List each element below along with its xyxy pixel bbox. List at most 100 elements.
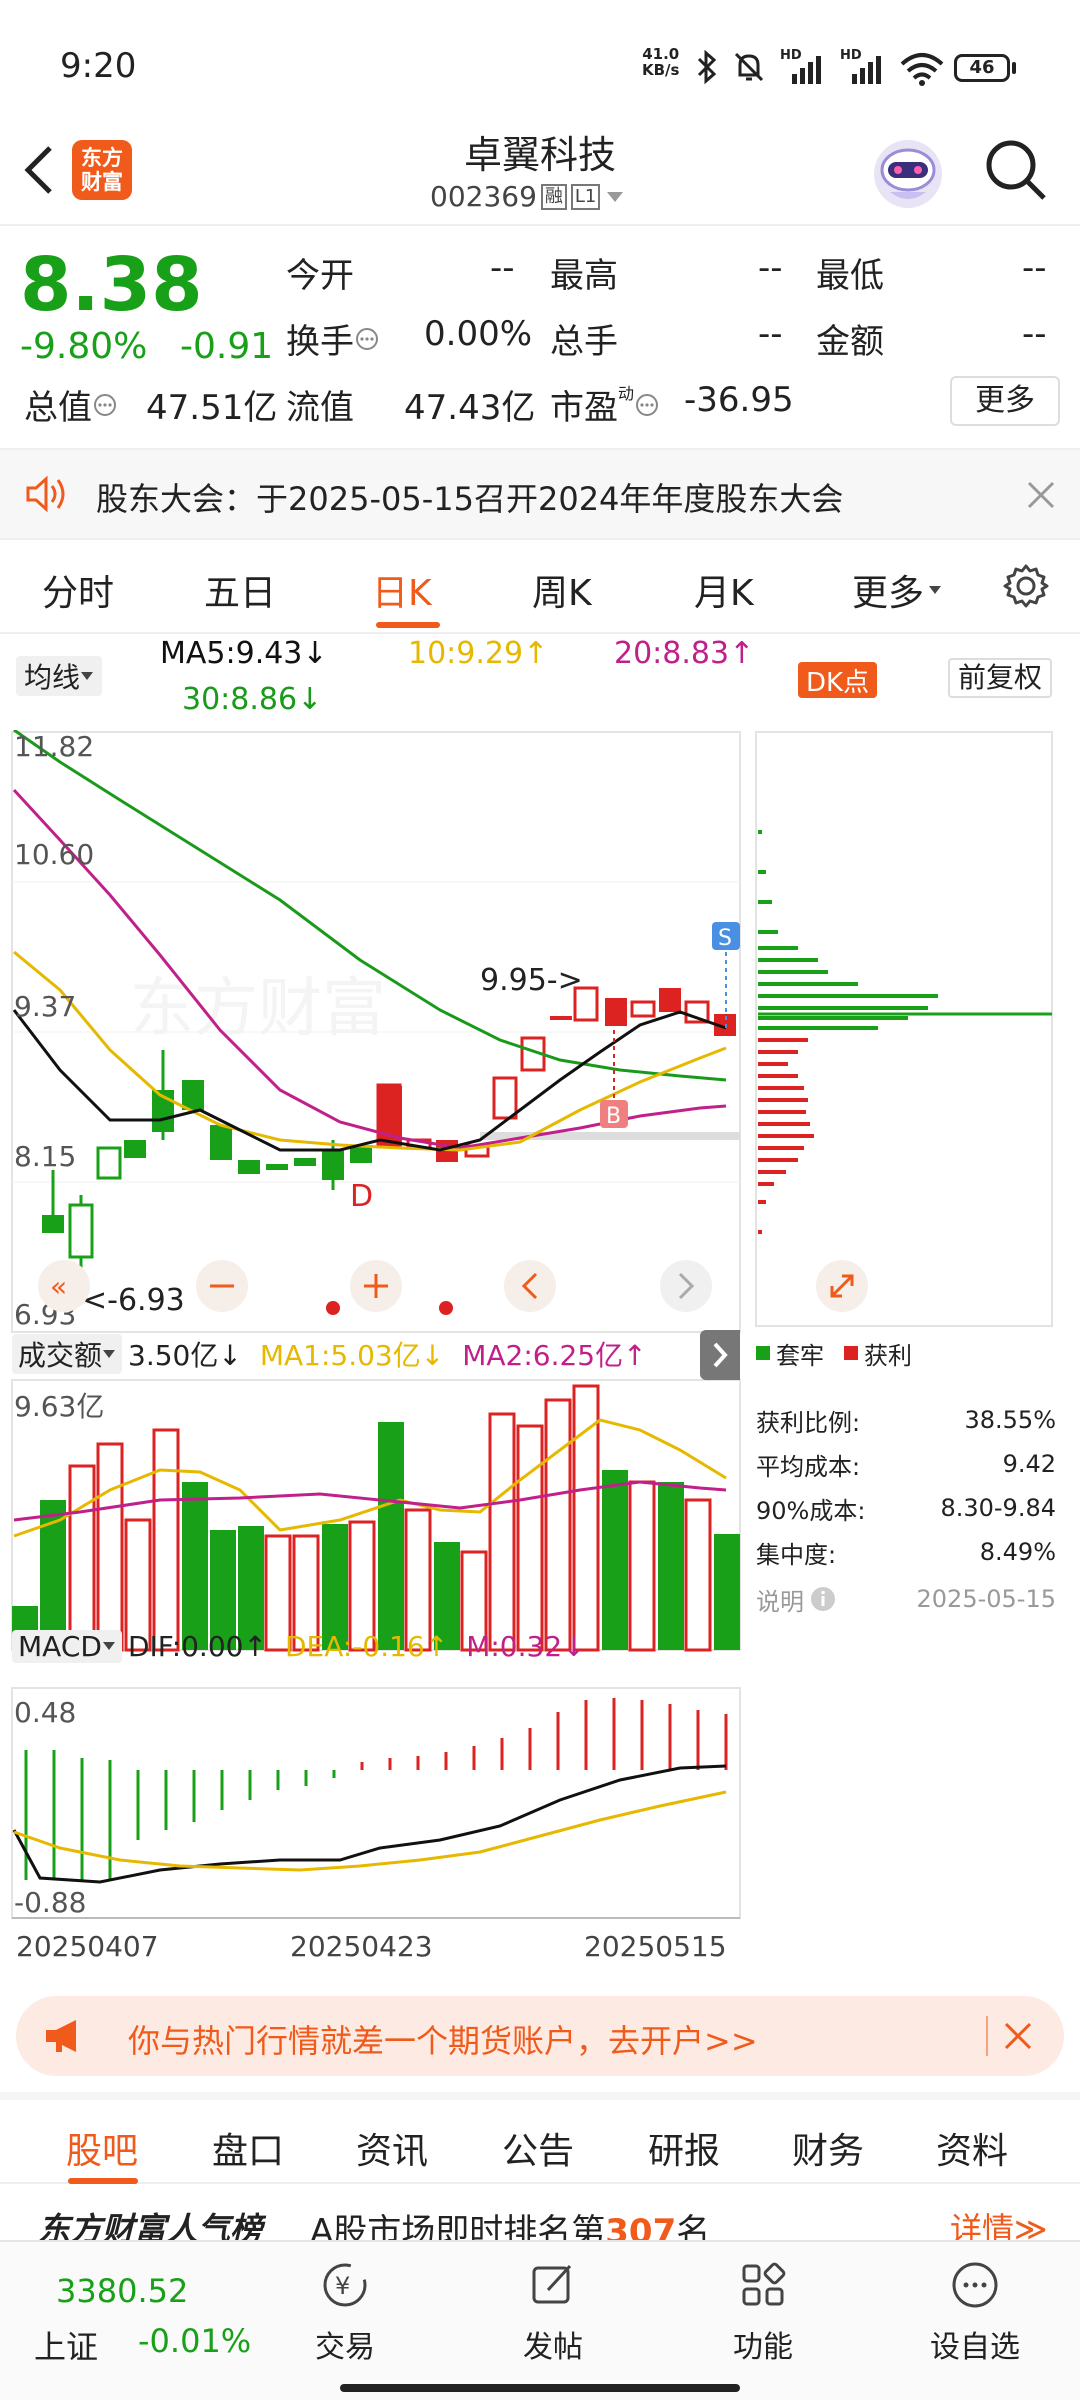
notice-bar[interactable]: 股东大会：于2025-05-15召开2024年年度股东大会: [0, 448, 1080, 540]
tab-intraday[interactable]: 分时: [42, 564, 114, 616]
nav-post-label: 发帖: [523, 2330, 583, 2365]
high-annotation: 9.95->: [480, 963, 583, 998]
nav-trade[interactable]: ¥ 交易: [300, 2258, 390, 2366]
index-change[interactable]: -0.01%: [138, 2322, 251, 2360]
tab-pankou[interactable]: 盘口: [212, 2122, 284, 2174]
candle: [124, 1140, 146, 1158]
candle: [550, 1016, 572, 1020]
dk-point-button[interactable]: DK点: [798, 662, 878, 698]
candle: [42, 1215, 64, 1233]
macd-top-label: 0.48: [14, 1696, 76, 1729]
stock-code-row[interactable]: 002369 融 L1: [430, 180, 624, 213]
candle: [68, 1203, 94, 1259]
ma10-text: 10:9.29: [408, 636, 524, 671]
chip-row-value: 8.30-9.84: [940, 1494, 1056, 1522]
tab-daily-k[interactable]: 日K: [372, 564, 432, 616]
tab-weekly-k[interactable]: 周K: [532, 564, 592, 616]
promo-banner[interactable]: 你与热门行情就差一个期货账户，去开户>>: [16, 1996, 1064, 2076]
tab-more[interactable]: 更多: [852, 564, 942, 616]
dk-point-label: DK点: [806, 667, 870, 698]
macd-dea: DEA:-0.16↑: [284, 1629, 449, 1663]
volume-selector[interactable]: 成交额: [12, 1334, 123, 1374]
collapse-tab[interactable]: [700, 1330, 740, 1380]
ranking-number: 307: [605, 2212, 677, 2240]
pe-label-row[interactable]: 市盈 动: [550, 380, 660, 429]
candle: [322, 1150, 344, 1180]
ranking-detail-link[interactable]: 详情≫: [950, 2204, 1048, 2240]
y-label: 9.37: [14, 990, 76, 1023]
tab-five-day[interactable]: 五日: [204, 564, 276, 616]
ma-selector[interactable]: 均线: [16, 656, 103, 696]
tab-news[interactable]: 资讯: [356, 2122, 428, 2174]
chip-row-value: 9.42: [1002, 1450, 1056, 1478]
nav-post[interactable]: 发帖: [508, 2258, 598, 2366]
d-marker: D: [350, 1179, 373, 1214]
nav-functions[interactable]: 功能: [718, 2258, 808, 2366]
volume-ma2-text: MA2:6.25亿: [462, 1339, 624, 1372]
nav-add-watchlist[interactable]: 设自选: [920, 2258, 1030, 2366]
close-icon[interactable]: [1002, 2020, 1034, 2052]
turnover-label-row[interactable]: 换手: [286, 314, 380, 363]
edit-icon: [532, 2264, 572, 2304]
macd-dif: DIF:0.00↑: [127, 1629, 267, 1663]
ma30-text: 30:8.86: [182, 682, 298, 717]
info-icon: [810, 1586, 836, 1612]
chip-legend: 套牢 获利: [756, 1336, 1056, 1370]
tab-research[interactable]: 研报: [648, 2122, 720, 2174]
chip-row-key: 获利比例:: [756, 1408, 861, 1437]
tab-announcements[interactable]: 公告: [502, 2122, 574, 2174]
nav-trade-label: 交易: [315, 2330, 375, 2365]
dropdown-triangle-icon: [928, 585, 942, 595]
grid-icon: [742, 2262, 786, 2306]
robot-assistant-icon[interactable]: [870, 136, 946, 212]
page-dot: [326, 1301, 340, 1315]
next-button: [660, 1260, 712, 1312]
candle: [294, 1158, 316, 1166]
adjustment-button[interactable]: 前复权: [948, 658, 1053, 698]
profit-swatch: [844, 1346, 858, 1360]
wifi-icon: [900, 52, 944, 86]
tab-monthly-k[interactable]: 月K: [694, 564, 754, 616]
index-value[interactable]: 3380.52: [56, 2272, 188, 2310]
dropdown-triangle-icon: [606, 191, 624, 203]
gear-icon[interactable]: [1002, 562, 1050, 610]
macd-m-text: M:0.32: [466, 1629, 563, 1663]
search-icon[interactable]: [982, 136, 1050, 204]
sell-marker-label: S: [718, 926, 732, 951]
tab-guba[interactable]: 股吧: [66, 2122, 138, 2174]
ranking-detail-label: 详情: [950, 2210, 1015, 2240]
chip-stats: 套牢 获利 获利比例: 38.55% 平均成本: 9.42 90%成本: 8.30-9…: [756, 1336, 1056, 1624]
prev-button: [504, 1260, 556, 1312]
pe-superscript: 动: [618, 384, 635, 403]
macd-selector[interactable]: MACD: [12, 1629, 122, 1663]
index-name[interactable]: 上证: [34, 2322, 98, 2368]
bluetooth-icon: [696, 50, 718, 84]
pe-label: 市盈: [550, 388, 618, 428]
stock-code: 002369: [430, 180, 537, 213]
mute-bell-icon: [732, 50, 766, 84]
more-button[interactable]: 更多: [950, 376, 1060, 426]
volume-bars: [12, 1384, 740, 1652]
tab-finance[interactable]: 财务: [792, 2122, 864, 2174]
info-icon: [634, 392, 660, 418]
chip-row-key: 90%成本:: [756, 1496, 866, 1525]
active-section-indicator: [68, 2178, 138, 2184]
ranking-row[interactable]: 东方财富人气榜 A股市场即时排名第307名 详情≫: [0, 2188, 1080, 2240]
close-icon[interactable]: [1026, 480, 1056, 510]
tab-profile[interactable]: 资料: [936, 2122, 1008, 2174]
net-speed-unit: KB/s: [642, 61, 680, 79]
battery-tip: [1012, 62, 1016, 74]
mcap-label-row[interactable]: 总值: [24, 380, 118, 429]
more-dots-icon: [952, 2262, 998, 2308]
dropdown-triangle-icon: [80, 671, 94, 681]
chip-explain[interactable]: 说明: [756, 1582, 836, 1617]
status-time: 9:20: [60, 46, 137, 86]
chip-row-key: 平均成本:: [756, 1452, 861, 1481]
date-label: 20250423: [290, 1930, 433, 1963]
amount-value: --: [1022, 314, 1047, 354]
chip-row-value: 8.49%: [979, 1538, 1056, 1566]
volume-selector-label: 成交额: [18, 1339, 103, 1372]
signal-icon-1: [790, 56, 826, 84]
chip-row: 集中度: 8.49%: [756, 1530, 1056, 1574]
macd-bars: [24, 1698, 728, 1880]
